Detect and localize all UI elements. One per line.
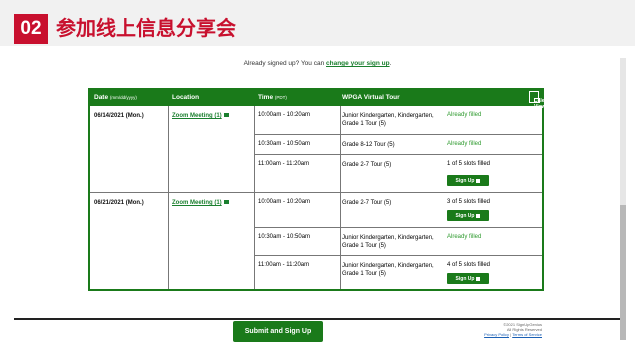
header-time-label: Time <box>258 94 274 101</box>
already-signed-up-text: Already signed up? You can change your s… <box>0 60 635 67</box>
tour-cell: Grade 2-7 Tour (5) <box>342 200 392 206</box>
tour-cell: Junior Kindergarten, Kindergarten, Grade… <box>342 263 434 277</box>
table-row: 10:00am - 10:20am Grade 2-7 Tour (5) 3 o… <box>254 193 542 227</box>
checkbox-icon <box>476 276 481 281</box>
time-cell: 11:00am - 11:20am <box>258 262 310 268</box>
header-location: Location <box>172 94 200 101</box>
time-cell: 10:00am - 10:20am <box>258 199 311 205</box>
header-date-label: Date <box>94 94 109 101</box>
zoom-meeting-label: Zoom Meeting (1) <box>172 200 222 206</box>
sign-up-button[interactable]: Sign Up <box>447 273 489 284</box>
status-cell: 1 of 5 slots filled <box>447 161 491 167</box>
status-cell: Already filled <box>447 112 482 118</box>
status-cell: Already filled <box>447 141 482 147</box>
zoom-meeting-link[interactable]: Zoom Meeting (1) <box>172 199 229 207</box>
section-title: 参加线上信息分享会 <box>56 18 236 40</box>
sign-up-button[interactable]: Sign Up <box>447 210 489 221</box>
sign-up-button[interactable]: Sign Up <box>447 175 489 186</box>
slide-header: 02 参加线上信息分享会 <box>0 0 635 46</box>
table-row: 10:00am - 10:20am Junior Kindergarten, K… <box>254 106 542 134</box>
table-row: 10:30am - 10:50am Junior Kindergarten, K… <box>254 227 542 256</box>
sign-up-label: Sign Up <box>455 177 475 184</box>
date-group: 06/14/2021 (Mon.) Zoom Meeting (1) 10:00… <box>90 106 542 193</box>
scrollbar-thumb[interactable] <box>620 205 626 340</box>
copyright-block: ©2021 SignUpGenius All Rights Reserved P… <box>484 322 542 337</box>
table-row: 10:30am - 10:50am Grade 8-12 Tour (5) Al… <box>254 134 542 155</box>
header-tour: WPGA Virtual Tour <box>342 94 400 101</box>
video-icon <box>223 113 229 118</box>
table-header: Date (mm/dd/yyyy) Location Time (PDT) WP… <box>90 88 555 110</box>
sign-up-label: Sign Up <box>455 212 475 219</box>
tour-cell: Grade 8-12 Tour (5) <box>342 142 395 148</box>
sign-up-label: Sign Up <box>455 275 475 282</box>
tour-cell: Junior Kindergarten, Kindergarten, Grade… <box>342 235 434 249</box>
table-row: 11:00am - 11:20am Junior Kindergarten, K… <box>254 255 542 290</box>
video-icon <box>223 200 229 205</box>
submit-and-sign-up-button[interactable]: Submit and Sign Up <box>233 321 323 342</box>
header-date-format: (mm/dd/yyyy) <box>109 95 137 100</box>
status-cell: 4 of 5 slots filled <box>447 262 491 268</box>
date-cell: 06/21/2021 (Mon.) <box>94 200 144 206</box>
time-cell: 10:30am - 10:50am <box>258 234 311 240</box>
tour-cell: Junior Kindergarten, Kindergarten, Grade… <box>342 113 434 127</box>
terms-of-service-link[interactable]: Terms of Service <box>512 332 542 337</box>
status-cell: 3 of 5 slots filled <box>447 199 491 205</box>
section-number: 02 <box>14 14 48 44</box>
date-cell: 06/14/2021 (Mon.) <box>94 113 144 119</box>
checkbox-icon <box>476 213 481 218</box>
time-cell: 10:00am - 10:20am <box>258 112 311 118</box>
signup-table: Date (mm/dd/yyyy) Location Time (PDT) WP… <box>88 88 555 291</box>
status-cell: Already filled <box>447 234 482 240</box>
divider <box>168 193 169 289</box>
tour-cell: Grade 2-7 Tour (5) <box>342 162 392 168</box>
date-group: 06/21/2021 (Mon.) Zoom Meeting (1) 10:00… <box>90 193 542 289</box>
header-time: Time (PDT) <box>258 94 287 101</box>
checkbox-icon <box>476 178 481 183</box>
change-signup-link[interactable]: change your sign up <box>326 60 390 67</box>
header-date: Date (mm/dd/yyyy) <box>94 94 137 101</box>
time-cell: 11:00am - 11:20am <box>258 161 310 167</box>
privacy-policy-link[interactable]: Privacy Policy <box>484 332 509 337</box>
zoom-meeting-label: Zoom Meeting (1) <box>172 113 222 119</box>
table-row: 11:00am - 11:20am Grade 2-7 Tour (5) 1 o… <box>254 154 542 193</box>
signed-prefix: Already signed up? You can <box>243 60 327 67</box>
calendar-view-button[interactable]: Calendar View <box>529 91 555 110</box>
time-cell: 10:30am - 10:50am <box>258 141 311 147</box>
header-time-zone: (PDT) <box>274 95 287 100</box>
zoom-meeting-link[interactable]: Zoom Meeting (1) <box>172 112 229 120</box>
divider <box>168 106 169 192</box>
footer-divider <box>14 318 620 320</box>
signed-suffix: . <box>389 60 392 67</box>
